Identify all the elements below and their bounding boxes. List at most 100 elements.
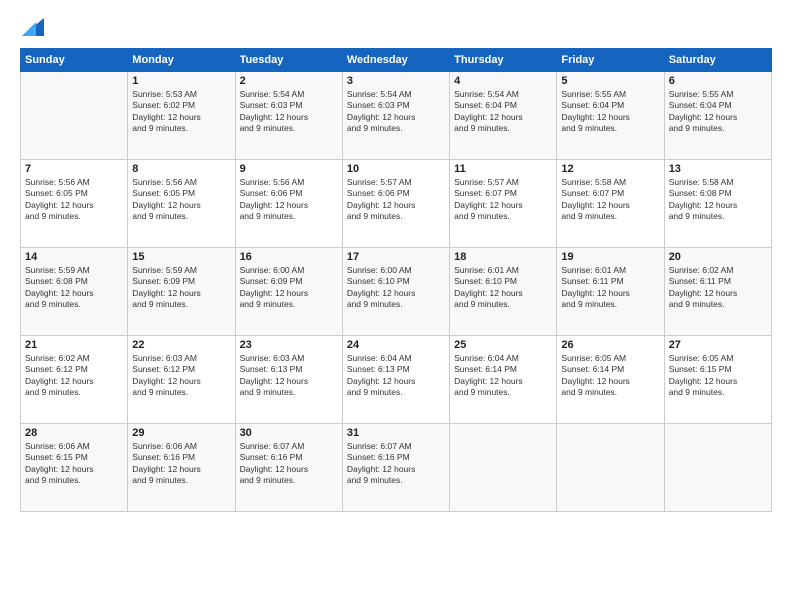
calendar-cell: 25 Sunrise: 6:04 AM Sunset: 6:14 PM Dayli… <box>450 336 557 424</box>
day-info: Sunrise: 6:05 AM Sunset: 6:14 PM Dayligh… <box>561 353 659 399</box>
day-info: Sunrise: 6:04 AM Sunset: 6:14 PM Dayligh… <box>454 353 552 399</box>
day-info: Sunrise: 6:03 AM Sunset: 6:13 PM Dayligh… <box>240 353 338 399</box>
day-number: 17 <box>347 251 445 263</box>
day-number: 18 <box>454 251 552 263</box>
day-info: Sunrise: 5:57 AM Sunset: 6:07 PM Dayligh… <box>454 177 552 223</box>
day-number: 21 <box>25 339 123 351</box>
calendar-cell: 1 Sunrise: 5:53 AM Sunset: 6:02 PM Daylig… <box>128 72 235 160</box>
day-number: 12 <box>561 163 659 175</box>
logo <box>20 18 44 38</box>
calendar-cell: 8Sunrise: 5:56 AM Sunset: 6:05 PM Daylig… <box>128 160 235 248</box>
calendar-cell: 4 Sunrise: 5:54 AM Sunset: 6:04 PM Daylig… <box>450 72 557 160</box>
day-number: 28 <box>25 427 123 439</box>
calendar-header: SundayMondayTuesdayWednesdayThursdayFrid… <box>21 49 772 72</box>
calendar-cell: 12Sunrise: 5:58 AM Sunset: 6:07 PM Dayli… <box>557 160 664 248</box>
weekday-header: Tuesday <box>235 49 342 72</box>
day-info: Sunrise: 5:55 AM Sunset: 6:04 PM Dayligh… <box>561 89 659 135</box>
day-info: Sunrise: 5:54 AM Sunset: 6:03 PM Dayligh… <box>240 89 338 135</box>
calendar-cell: 11 Sunrise: 5:57 AM Sunset: 6:07 PM Dayli… <box>450 160 557 248</box>
day-info: Sunrise: 6:00 AM Sunset: 6:10 PM Dayligh… <box>347 265 445 311</box>
calendar-cell: 16 Sunrise: 6:00 AM Sunset: 6:09 PM Dayli… <box>235 248 342 336</box>
weekday-row: SundayMondayTuesdayWednesdayThursdayFrid… <box>21 49 772 72</box>
day-info: Sunrise: 5:54 AM Sunset: 6:04 PM Dayligh… <box>454 89 552 135</box>
day-number: 25 <box>454 339 552 351</box>
day-info: Sunrise: 5:55 AM Sunset: 6:04 PM Dayligh… <box>669 89 767 135</box>
day-info: Sunrise: 6:03 AM Sunset: 6:12 PM Dayligh… <box>132 353 230 399</box>
logo-icon <box>22 18 44 36</box>
weekday-header: Sunday <box>21 49 128 72</box>
calendar-cell <box>557 424 664 512</box>
calendar-cell: 14Sunrise: 5:59 AM Sunset: 6:08 PM Dayli… <box>21 248 128 336</box>
day-info: Sunrise: 6:06 AM Sunset: 6:15 PM Dayligh… <box>25 441 123 487</box>
calendar-cell: 6 Sunrise: 5:55 AM Sunset: 6:04 PM Daylig… <box>664 72 771 160</box>
day-info: Sunrise: 6:02 AM Sunset: 6:12 PM Dayligh… <box>25 353 123 399</box>
day-number: 30 <box>240 427 338 439</box>
day-info: Sunrise: 6:07 AM Sunset: 6:16 PM Dayligh… <box>347 441 445 487</box>
day-number: 16 <box>240 251 338 263</box>
day-number: 24 <box>347 339 445 351</box>
day-info: Sunrise: 6:01 AM Sunset: 6:10 PM Dayligh… <box>454 265 552 311</box>
calendar-cell <box>21 72 128 160</box>
calendar-body: 1 Sunrise: 5:53 AM Sunset: 6:02 PM Daylig… <box>21 72 772 512</box>
day-number: 10 <box>347 163 445 175</box>
calendar-cell: 24 Sunrise: 6:04 AM Sunset: 6:13 PM Dayli… <box>342 336 449 424</box>
day-number: 6 <box>669 75 767 87</box>
day-info: Sunrise: 5:56 AM Sunset: 6:05 PM Dayligh… <box>25 177 123 223</box>
weekday-header: Thursday <box>450 49 557 72</box>
day-info: Sunrise: 5:57 AM Sunset: 6:06 PM Dayligh… <box>347 177 445 223</box>
calendar-week-row: 14Sunrise: 5:59 AM Sunset: 6:08 PM Dayli… <box>21 248 772 336</box>
day-number: 14 <box>25 251 123 263</box>
day-info: Sunrise: 6:05 AM Sunset: 6:15 PM Dayligh… <box>669 353 767 399</box>
day-info: Sunrise: 5:53 AM Sunset: 6:02 PM Dayligh… <box>132 89 230 135</box>
day-number: 23 <box>240 339 338 351</box>
day-number: 1 <box>132 75 230 87</box>
day-number: 20 <box>669 251 767 263</box>
calendar-cell: 7Sunrise: 5:56 AM Sunset: 6:05 PM Daylig… <box>21 160 128 248</box>
weekday-header: Monday <box>128 49 235 72</box>
calendar-cell: 22Sunrise: 6:03 AM Sunset: 6:12 PM Dayli… <box>128 336 235 424</box>
day-number: 19 <box>561 251 659 263</box>
day-info: Sunrise: 5:58 AM Sunset: 6:08 PM Dayligh… <box>669 177 767 223</box>
calendar-cell: 18 Sunrise: 6:01 AM Sunset: 6:10 PM Dayli… <box>450 248 557 336</box>
day-info: Sunrise: 5:56 AM Sunset: 6:05 PM Dayligh… <box>132 177 230 223</box>
day-info: Sunrise: 6:00 AM Sunset: 6:09 PM Dayligh… <box>240 265 338 311</box>
day-info: Sunrise: 5:59 AM Sunset: 6:09 PM Dayligh… <box>132 265 230 311</box>
day-number: 3 <box>347 75 445 87</box>
calendar-cell: 9 Sunrise: 5:56 AM Sunset: 6:06 PM Daylig… <box>235 160 342 248</box>
day-number: 26 <box>561 339 659 351</box>
day-number: 31 <box>347 427 445 439</box>
calendar-cell: 5Sunrise: 5:55 AM Sunset: 6:04 PM Daylig… <box>557 72 664 160</box>
calendar-cell: 15Sunrise: 5:59 AM Sunset: 6:09 PM Dayli… <box>128 248 235 336</box>
day-info: Sunrise: 6:02 AM Sunset: 6:11 PM Dayligh… <box>669 265 767 311</box>
calendar-week-row: 28 Sunrise: 6:06 AM Sunset: 6:15 PM Dayli… <box>21 424 772 512</box>
calendar-cell: 20 Sunrise: 6:02 AM Sunset: 6:11 PM Dayli… <box>664 248 771 336</box>
calendar-cell: 2 Sunrise: 5:54 AM Sunset: 6:03 PM Daylig… <box>235 72 342 160</box>
weekday-header: Saturday <box>664 49 771 72</box>
day-info: Sunrise: 6:07 AM Sunset: 6:16 PM Dayligh… <box>240 441 338 487</box>
day-number: 2 <box>240 75 338 87</box>
calendar-week-row: 7Sunrise: 5:56 AM Sunset: 6:05 PM Daylig… <box>21 160 772 248</box>
calendar-cell: 29 Sunrise: 6:06 AM Sunset: 6:16 PM Dayli… <box>128 424 235 512</box>
calendar-table: SundayMondayTuesdayWednesdayThursdayFrid… <box>20 48 772 512</box>
calendar-cell: 28 Sunrise: 6:06 AM Sunset: 6:15 PM Dayli… <box>21 424 128 512</box>
page: SundayMondayTuesdayWednesdayThursdayFrid… <box>0 0 792 612</box>
day-info: Sunrise: 6:04 AM Sunset: 6:13 PM Dayligh… <box>347 353 445 399</box>
calendar-week-row: 21 Sunrise: 6:02 AM Sunset: 6:12 PM Dayli… <box>21 336 772 424</box>
day-info: Sunrise: 6:06 AM Sunset: 6:16 PM Dayligh… <box>132 441 230 487</box>
day-number: 11 <box>454 163 552 175</box>
day-number: 13 <box>669 163 767 175</box>
calendar-cell: 31 Sunrise: 6:07 AM Sunset: 6:16 PM Dayli… <box>342 424 449 512</box>
calendar-cell: 10 Sunrise: 5:57 AM Sunset: 6:06 PM Dayli… <box>342 160 449 248</box>
calendar-cell: 27Sunrise: 6:05 AM Sunset: 6:15 PM Dayli… <box>664 336 771 424</box>
header <box>20 18 772 38</box>
day-number: 9 <box>240 163 338 175</box>
calendar-week-row: 1 Sunrise: 5:53 AM Sunset: 6:02 PM Daylig… <box>21 72 772 160</box>
day-info: Sunrise: 5:56 AM Sunset: 6:06 PM Dayligh… <box>240 177 338 223</box>
day-info: Sunrise: 6:01 AM Sunset: 6:11 PM Dayligh… <box>561 265 659 311</box>
calendar-cell: 3Sunrise: 5:54 AM Sunset: 6:03 PM Daylig… <box>342 72 449 160</box>
day-number: 4 <box>454 75 552 87</box>
day-number: 29 <box>132 427 230 439</box>
calendar-cell <box>450 424 557 512</box>
calendar-cell: 21 Sunrise: 6:02 AM Sunset: 6:12 PM Dayli… <box>21 336 128 424</box>
calendar-cell: 26 Sunrise: 6:05 AM Sunset: 6:14 PM Dayli… <box>557 336 664 424</box>
